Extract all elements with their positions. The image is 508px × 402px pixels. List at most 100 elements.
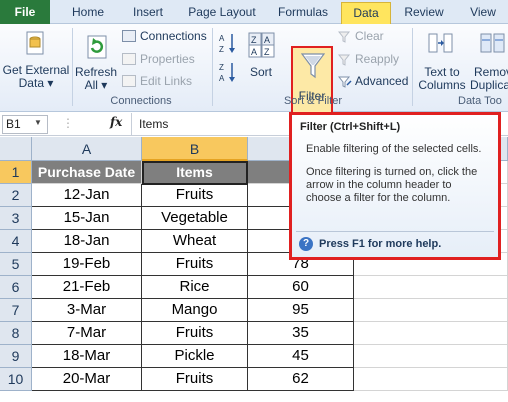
empty-cell[interactable] [354, 299, 508, 322]
empty-cell[interactable] [354, 345, 508, 368]
tooltip-description: Enable filtering of the selected cells. [306, 143, 482, 155]
properties-label: Properties [140, 52, 195, 66]
selected-cell-b1 [142, 161, 248, 185]
table-cell[interactable]: 21-Feb [32, 276, 142, 299]
table-cell[interactable]: 95 [248, 299, 354, 322]
sort-za-icon: Z A [219, 63, 235, 83]
group-label-sort-filter: Sort & Filter [283, 95, 343, 107]
table-cell[interactable]: Wheat [142, 230, 248, 253]
remove-duplicates-label-2: Duplica [470, 78, 508, 92]
tooltip-divider [296, 231, 494, 232]
column-header-b[interactable]: B [142, 137, 248, 161]
funnel-icon [301, 53, 325, 79]
row-header[interactable]: 7 [0, 299, 32, 322]
svg-text:A: A [219, 34, 225, 43]
table-cell[interactable]: 18-Jan [32, 230, 142, 253]
tab-home[interactable]: Home [60, 2, 116, 24]
edit-links-label: Edit Links [140, 74, 193, 88]
advanced-label: Advanced [355, 74, 409, 88]
table-cell[interactable]: 35 [248, 322, 354, 345]
table-cell[interactable]: Rice [142, 276, 248, 299]
row-header[interactable]: 9 [0, 345, 32, 368]
filter-tooltip: Filter (Ctrl+Shift+L) Enable filtering o… [289, 112, 501, 260]
tab-view[interactable]: View [460, 2, 506, 24]
group-label-connections: Connections [110, 95, 172, 107]
row-header[interactable]: 5 [0, 253, 32, 276]
table-cell[interactable]: Fruits [142, 253, 248, 276]
text-to-columns-label-2: Columns [418, 78, 466, 92]
insert-function-button[interactable]: fx [110, 115, 122, 129]
advanced-filter-icon [338, 76, 352, 88]
get-external-label-2: Data ▾ [18, 76, 54, 90]
table-cell[interactable]: Fruits [142, 322, 248, 345]
select-all-corner[interactable] [0, 137, 32, 161]
ribbon: Get External Data ▾ Refresh All ▾ Connec… [0, 24, 508, 118]
row-header[interactable]: 8 [0, 322, 32, 345]
svg-text:A: A [264, 35, 270, 45]
table-cell[interactable]: 3-Mar [32, 299, 142, 322]
table-cell[interactable]: Fruits [142, 368, 248, 391]
tab-page-layout[interactable]: Page Layout [180, 2, 264, 24]
table-cell[interactable]: 45 [248, 345, 354, 368]
table-cell[interactable]: 18-Mar [32, 345, 142, 368]
empty-cell[interactable] [354, 368, 508, 391]
ribbon-separator [212, 28, 213, 106]
help-icon: ? [299, 237, 313, 251]
row-header[interactable]: 4 [0, 230, 32, 253]
svg-text:Z: Z [219, 63, 224, 72]
tab-file[interactable]: File [0, 0, 50, 24]
sort-label: Sort [249, 65, 272, 79]
header-cell[interactable]: Purchase Date [32, 161, 142, 184]
empty-cell[interactable] [354, 322, 508, 345]
table-cell[interactable]: Fruits [142, 184, 248, 207]
refresh-icon [87, 35, 107, 59]
svg-text:Z: Z [251, 35, 257, 45]
properties-icon [122, 53, 136, 65]
ribbon-tab-bar: File Home Insert Page Layout Formulas Da… [0, 0, 508, 24]
table-cell[interactable]: 20-Mar [32, 368, 142, 391]
edit-links-icon [122, 75, 136, 87]
row-header[interactable]: 3 [0, 207, 32, 230]
tooltip-title: Filter (Ctrl+Shift+L) [300, 121, 401, 133]
tooltip-instructions: Once filtering is turned on, click the a… [306, 166, 478, 204]
ribbon-separator [72, 28, 73, 106]
connections-icon [122, 30, 136, 42]
svg-text:Z: Z [219, 45, 224, 54]
tab-review[interactable]: Review [395, 2, 453, 24]
table-cell[interactable]: 12-Jan [32, 184, 142, 207]
svg-text:A: A [251, 47, 257, 57]
connections-label: Connections [140, 29, 207, 43]
svg-text:A: A [219, 74, 225, 83]
table-cell[interactable]: 60 [248, 276, 354, 299]
reapply-label: Reapply [355, 52, 400, 66]
row-header[interactable]: 2 [0, 184, 32, 207]
formula-bar-grip-icon: ⋮ [62, 116, 74, 130]
tab-data[interactable]: Data [341, 2, 391, 24]
remove-duplicates-icon [480, 33, 505, 53]
text-to-columns-icon [428, 33, 453, 53]
group-label-data-tools: Data Too [458, 95, 502, 107]
row-header[interactable]: 1 [0, 161, 32, 184]
tooltip-help: ? Press F1 for more help. [299, 237, 441, 251]
table-cell[interactable]: 62 [248, 368, 354, 391]
table-cell[interactable]: 7-Mar [32, 322, 142, 345]
sort-dialog-icon: Z A A Z [248, 32, 275, 58]
name-box-dropdown-icon[interactable]: ▼ [34, 118, 42, 127]
svg-text:Z: Z [264, 47, 270, 57]
clear-label: Clear [355, 29, 384, 43]
sort-az-icon: A Z [219, 34, 235, 54]
column-header-a[interactable]: A [32, 137, 142, 161]
tab-insert[interactable]: Insert [120, 2, 176, 24]
reapply-icon [338, 54, 351, 66]
database-icon [26, 31, 44, 55]
empty-cell[interactable] [354, 276, 508, 299]
table-cell[interactable]: 15-Jan [32, 207, 142, 230]
table-cell[interactable]: Vegetable [142, 207, 248, 230]
table-cell[interactable]: 19-Feb [32, 253, 142, 276]
row-header[interactable]: 10 [0, 368, 32, 391]
table-cell[interactable]: Pickle [142, 345, 248, 368]
tab-formulas[interactable]: Formulas [270, 2, 336, 24]
clear-filter-icon [338, 31, 351, 43]
table-cell[interactable]: Mango [142, 299, 248, 322]
row-header[interactable]: 6 [0, 276, 32, 299]
